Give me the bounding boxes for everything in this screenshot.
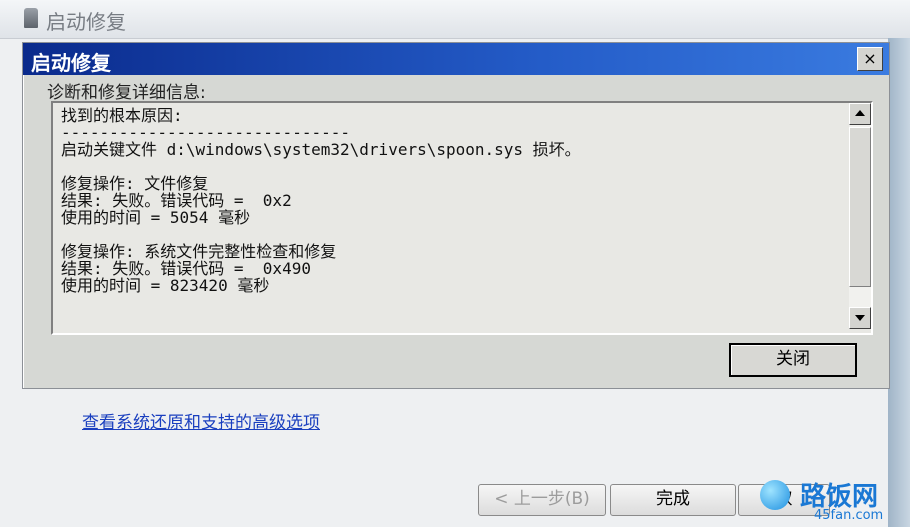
close-button[interactable]: 关闭 [729,343,857,377]
outer-window-title: 启动修复 [46,10,126,34]
site-watermark: 路饭网 45fan.com [752,476,904,524]
arrow-down-icon [855,315,865,321]
details-label: 诊断和修复详细信息: [47,83,206,103]
details-dialog: 启动修复 × 诊断和修复详细信息: 找到的根本原因: -------------… [22,42,890,389]
startup-repair-icon [24,8,38,28]
finish-button[interactable]: 完成 [610,484,736,516]
arrow-up-icon [855,110,865,116]
scroll-down-button[interactable] [849,307,871,329]
startup-repair-window: 启动修复 启动修复 × 诊断和修复详细信息: 找到的根本原因: --------… [0,0,910,527]
watermark-logo-icon [760,480,790,510]
dialog-title: 启动修复 [31,51,111,75]
outer-titlebar: 启动修复 [0,0,910,39]
back-button[interactable]: < 上一步(B) [478,484,606,516]
scroll-thumb[interactable] [849,127,871,287]
vertical-scrollbar[interactable] [849,103,871,329]
details-text: 找到的根本原因: ------------------------------ … [61,107,581,295]
watermark-domain: 45fan.com [814,508,884,523]
advanced-options-link[interactable]: 查看系统还原和支持的高级选项 [82,408,320,433]
close-icon[interactable]: × [857,47,883,71]
dialog-titlebar: 启动修复 × [23,43,889,75]
window-frame [888,38,910,527]
details-textbox[interactable]: 找到的根本原因: ------------------------------ … [51,101,873,335]
scroll-up-button[interactable] [849,103,871,125]
